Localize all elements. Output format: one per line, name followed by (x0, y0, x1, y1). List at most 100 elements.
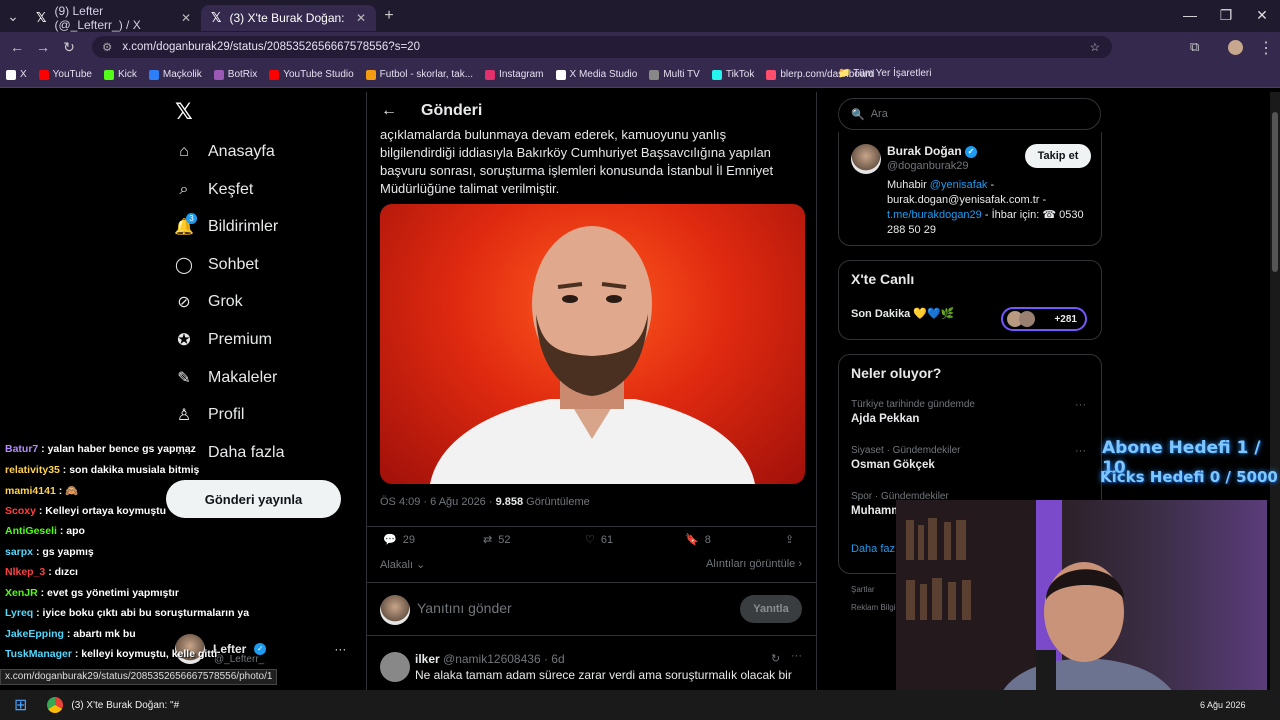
share-icon[interactable]: ⇪ (785, 533, 794, 546)
forward-icon[interactable]: → (30, 39, 56, 55)
live-title: X'te Canlı (851, 271, 915, 287)
tab-burak[interactable]: 𝕏 (3) X'te Burak Doğan: "#ÖZELH ✕ (201, 5, 376, 31)
grok-icon[interactable]: ↻ (771, 652, 780, 665)
bookmark-item[interactable]: X Media Studio (555, 69, 637, 80)
bookmark-item[interactable]: TikTok (711, 69, 754, 80)
reply-action[interactable]: 💬 29 (383, 533, 415, 547)
sidebar-item-profil[interactable]: ♙ Profil (174, 405, 245, 425)
bookmark-favicon-icon (148, 69, 159, 80)
url-field[interactable]: ⚙ x.com/doganburak29/status/208535265666… (92, 36, 1112, 58)
close-tab-icon[interactable]: ✕ (356, 11, 366, 25)
live-card: X'te Canlı Son Dakika 💛💙🌿 +281 (838, 260, 1102, 340)
back-arrow-icon[interactable]: ← (381, 102, 397, 120)
site-info-icon[interactable]: ⚙ (102, 40, 112, 54)
search-input[interactable]: 🔍 Ara (838, 98, 1101, 130)
reply-input[interactable]: Yanıtını gönder (417, 600, 512, 616)
bookmark-item[interactable]: Kick (103, 69, 137, 80)
sidebar-item-makaleler[interactable]: ✎ Makaleler (174, 368, 277, 388)
new-tab-button[interactable]: + (376, 7, 402, 25)
menu-icon[interactable]: ⋮ (1258, 38, 1274, 58)
chat-text: : abartı mk bu (63, 627, 136, 640)
grok-icon: ⊘ (177, 294, 191, 312)
live-item[interactable]: Son Dakika 💛💙🌿 (851, 307, 954, 320)
tab-lefter[interactable]: 𝕏 (9) Lefter (@_Lefterr_) / X ✕ (26, 4, 201, 32)
chat-user: XenJR (5, 586, 38, 599)
footer-terms[interactable]: Şartlar (851, 585, 875, 594)
bookmark-item[interactable]: YouTube (38, 69, 92, 80)
profile-name[interactable]: Burak Doğan (887, 144, 962, 158)
webcam-image (896, 500, 1181, 706)
extensions-icon[interactable]: ⧉ (1190, 39, 1199, 55)
window-controls: — ❐ ✕ (1172, 0, 1280, 30)
follow-button[interactable]: Takip et (1025, 144, 1091, 168)
reply-button[interactable]: Yanıtla (740, 595, 802, 623)
back-icon[interactable]: ← (4, 39, 30, 55)
bookmark-star-icon[interactable]: ☆ (1090, 40, 1100, 54)
repost-icon: ⇄ (483, 534, 493, 546)
sidebar-item-anasayfa[interactable]: ⌂ Anasayfa (174, 142, 275, 162)
bookmark-item[interactable]: X (6, 69, 27, 80)
bookmark-favicon-icon (711, 69, 722, 80)
trend-item[interactable]: Türkiye tarihinde gündemde Ajda Pekkan (851, 399, 975, 425)
chat-message: JakeEpping : abartı mk bu (5, 628, 335, 640)
scrollbar[interactable] (1270, 92, 1280, 690)
bookmark-action[interactable]: 🔖 8 (685, 533, 711, 547)
profile-handle: @doganburak29 (887, 160, 969, 172)
views-label: Görüntüleme (523, 496, 590, 508)
sidebar-item-sohbet[interactable]: ◯ Sohbet (174, 255, 259, 275)
maximize-icon[interactable]: ❐ (1208, 0, 1244, 30)
like-action[interactable]: ♡ 61 (585, 533, 613, 547)
home-icon: ⌂ (179, 143, 189, 160)
chat-message: mami4141 : 🙈 (5, 484, 335, 497)
avatar[interactable] (1228, 40, 1243, 55)
view-quotes-link[interactable]: Alıntıları görüntüle › (706, 558, 802, 570)
show-more-link[interactable]: Daha faz (851, 543, 895, 555)
tab-search-icon[interactable]: ⌄ (0, 8, 26, 25)
comment-author: ilker (415, 652, 440, 666)
trends-title: Neler oluyor? (851, 365, 942, 381)
more-icon[interactable]: ··· (1075, 399, 1086, 411)
reload-icon[interactable]: ↻ (56, 39, 82, 56)
windows-start-icon[interactable]: ⊞ (14, 695, 27, 715)
bookmark-item[interactable]: Futbol - skorlar, tak... (365, 69, 473, 80)
taskbar: ⊞ (3) X'te Burak Doğan: "# 6 Ağu 2026 (0, 690, 1280, 720)
chrome-icon[interactable] (47, 697, 64, 713)
taskbar-app[interactable]: (3) X'te Burak Doğan: "# (71, 700, 179, 711)
telegram-link[interactable]: t.me/burakdogan29 (887, 209, 982, 221)
more-icon[interactable]: ··· (1075, 445, 1086, 457)
premium-icon: ✪ (177, 332, 191, 349)
bookmark-item[interactable]: Multi TV (649, 69, 700, 80)
bookmark-favicon-icon (103, 69, 114, 80)
bookmark-item[interactable]: Instagram (485, 69, 544, 80)
live-listeners[interactable]: +281 (1001, 307, 1087, 331)
all-bookmarks[interactable]: 📁 Tüm Yer İşaretleri (838, 68, 1102, 79)
post-meta: ÖS 4:09 · 6 Ağu 2026 · 9.858 Görüntüleme (380, 496, 590, 508)
sidebar-item-premium[interactable]: ✪ Premium (174, 330, 272, 350)
minimize-icon[interactable]: — (1172, 0, 1208, 30)
more-icon[interactable]: ··· (791, 650, 802, 662)
repost-action[interactable]: ⇄ 52 (483, 533, 510, 547)
sidebar-item-keşfet[interactable]: ⌕ Keşfet (174, 180, 254, 200)
more-icon[interactable]: ··· (334, 642, 346, 656)
footer-ads[interactable]: Reklam Bilgi (851, 603, 895, 612)
sidebar-item-bildirimler[interactable]: 🔔 3 Bildirimler (174, 213, 278, 237)
bookmark-item[interactable]: Maçkolik (148, 69, 202, 80)
sidebar-item-grok[interactable]: ⊘ Grok (174, 292, 242, 312)
bio-link[interactable]: @yenisafak (930, 179, 988, 191)
avatar[interactable] (851, 144, 881, 174)
bookmark-item[interactable]: BotRix (213, 69, 257, 80)
close-tab-icon[interactable]: ✕ (181, 11, 191, 25)
tab-title: (9) Lefter (@_Lefterr_) / X (54, 4, 141, 32)
chat-text: : kelleyi koymuştu, kelle gitti (71, 648, 218, 660)
bookmark-item[interactable]: YouTube Studio (269, 69, 354, 80)
chat-message: TuskManager : kelleyi koymuştu, kelle gi… (5, 648, 335, 660)
trend-item[interactable]: Siyaset · Gündemdekiler Osman Gökçek (851, 445, 961, 471)
chat-user: mami4141 (5, 485, 56, 497)
chat-text: : Kelleyi ortaya koymuştu (35, 504, 167, 517)
close-window-icon[interactable]: ✕ (1244, 0, 1280, 30)
post-photo[interactable] (380, 204, 805, 484)
post-time: ÖS 4:09 · 6 Ağu 2026 · (380, 496, 496, 508)
x-logo-icon[interactable]: 𝕏 (175, 100, 193, 125)
chat-message: sarpx : gs yapmış (5, 546, 335, 558)
sort-related[interactable]: Alakalı ⌄ (380, 558, 425, 571)
